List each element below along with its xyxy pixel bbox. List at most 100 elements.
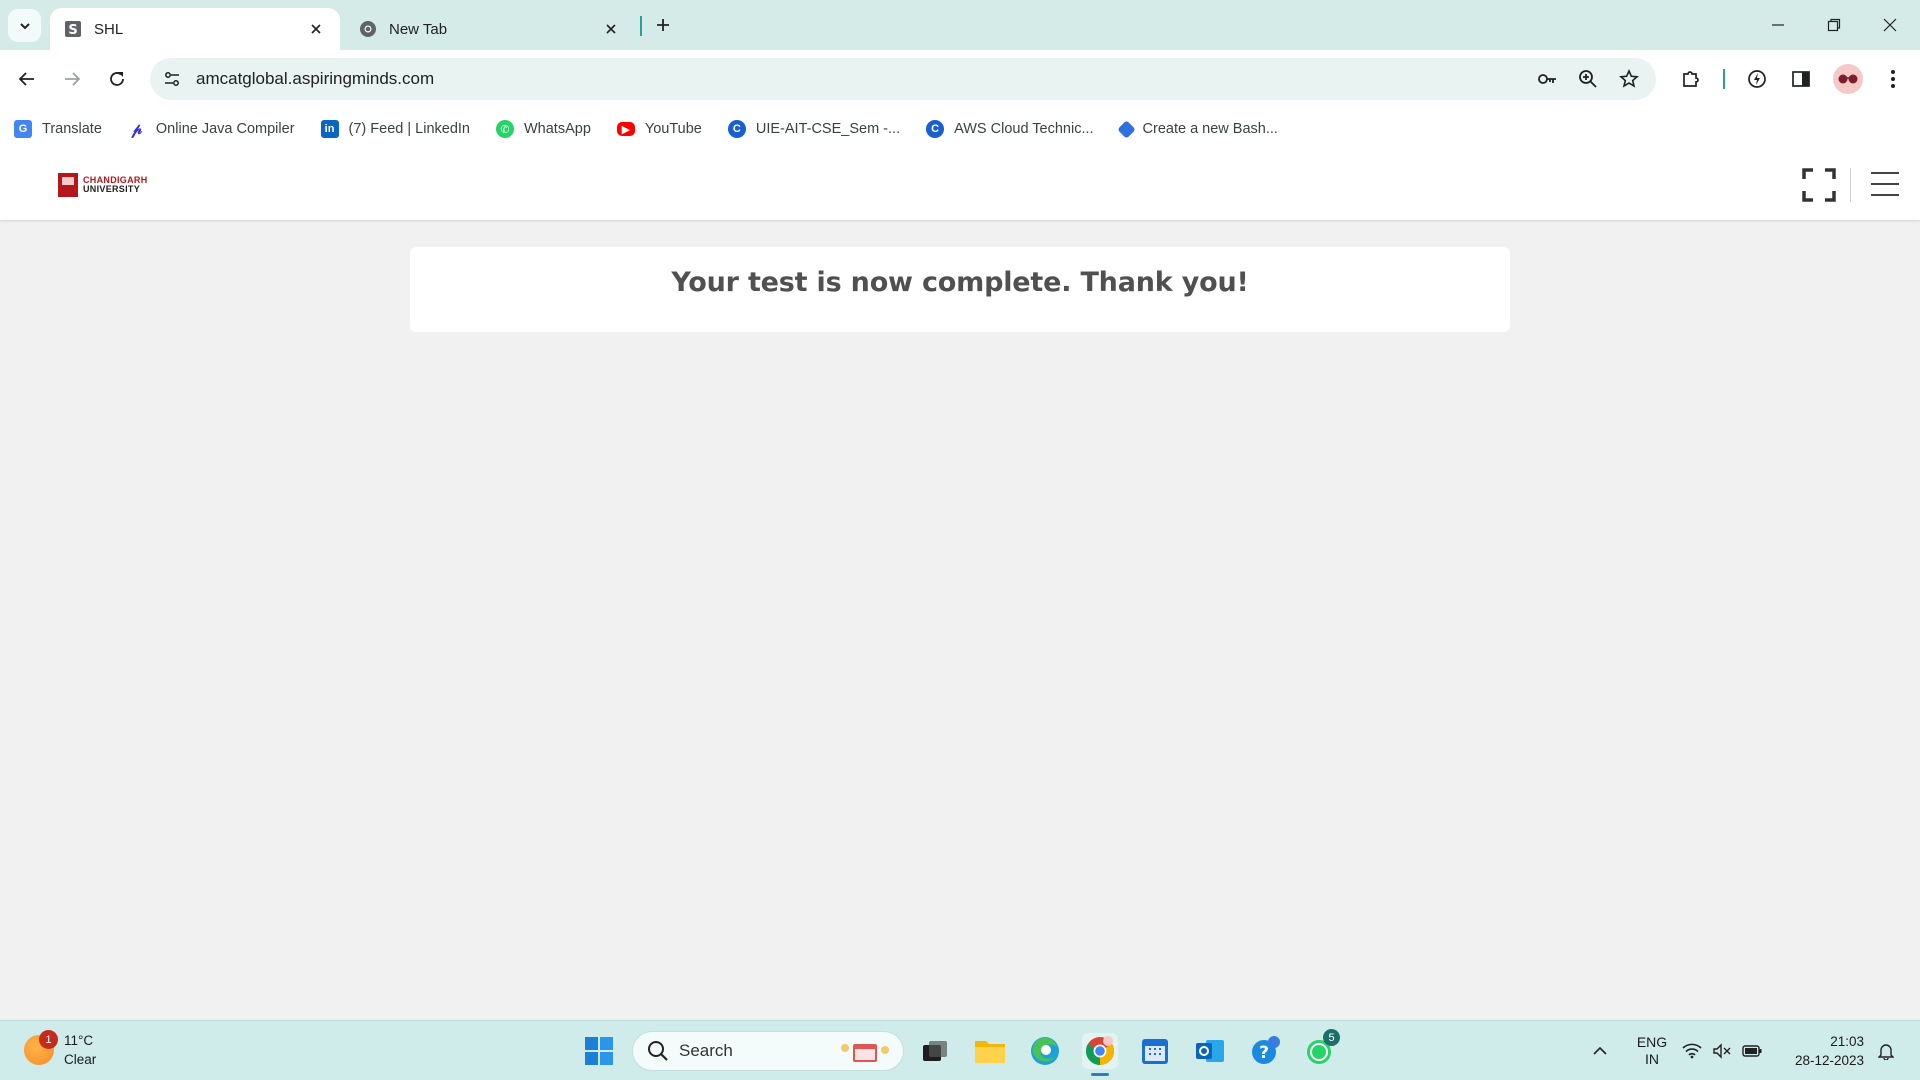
browser-menu-button[interactable] — [1876, 62, 1910, 96]
language-indicator[interactable]: ENG IN — [1630, 1021, 1674, 1080]
forward-button[interactable] — [55, 62, 89, 96]
bell-icon — [1878, 1044, 1894, 1060]
programiz-icon: 𝓅 — [131, 120, 143, 138]
bookmark-whatsapp[interactable]: ✆ WhatsApp — [495, 120, 591, 138]
calendar-app-button[interactable] — [1137, 1033, 1173, 1069]
chrome-icon — [1086, 1036, 1114, 1065]
clock-time: 21:03 — [1830, 1034, 1864, 1049]
key-icon[interactable] — [1535, 67, 1559, 91]
file-explorer-button[interactable] — [972, 1033, 1008, 1069]
new-tab-button[interactable] — [650, 12, 676, 38]
clock-date: 28-12-2023 — [1794, 1053, 1864, 1068]
sunglasses-avatar-icon — [1838, 74, 1858, 84]
chrome-button[interactable] — [1082, 1033, 1118, 1069]
bookmark-label: WhatsApp — [523, 121, 591, 137]
reload-button[interactable] — [100, 62, 134, 96]
bookmark-label: UIE-AIT-CSE_Sem -... — [755, 121, 901, 137]
linkedin-icon: in — [320, 120, 339, 138]
bookmark-linkedin[interactable]: in (7) Feed | LinkedIn — [320, 120, 470, 138]
university-seal-icon — [58, 173, 78, 197]
taskbar-search[interactable]: Search — [632, 1031, 904, 1071]
show-hidden-icons-button[interactable] — [1588, 1021, 1612, 1080]
whatsapp-badge: 5 — [1323, 1029, 1340, 1046]
bookmark-youtube[interactable]: ▶ YouTube — [616, 121, 702, 137]
performance-button[interactable] — [1740, 62, 1774, 96]
whatsapp-app-button[interactable]: 5 — [1302, 1029, 1340, 1069]
system-status-button[interactable] — [1682, 1021, 1762, 1080]
weather-condition: Clear — [64, 1052, 97, 1067]
bookmark-create-bash[interactable]: Create a new Bash... — [1116, 119, 1278, 139]
whatsapp-icon: ✆ — [495, 120, 514, 138]
task-view-button[interactable] — [917, 1033, 953, 1069]
speedometer-icon — [1748, 70, 1766, 88]
completion-message: Your test is now complete. Thank you! — [671, 267, 1249, 298]
zoom-icon[interactable] — [1576, 67, 1600, 91]
windows-logo-icon — [585, 1037, 613, 1065]
extensions-button[interactable] — [1674, 62, 1708, 96]
back-button[interactable] — [10, 62, 44, 96]
bookmark-label: YouTube — [644, 121, 702, 137]
star-icon[interactable] — [1617, 67, 1641, 91]
minimize-icon — [1772, 24, 1784, 26]
side-panel-icon — [1792, 71, 1810, 87]
side-panel-button[interactable] — [1784, 62, 1818, 96]
task-view-icon — [923, 1041, 947, 1061]
svg-text:S: S — [68, 23, 77, 38]
weather-widget[interactable]: 1 11°C Clear — [24, 1030, 97, 1069]
browser-tab-strip: S SHL New Tab — [0, 0, 1920, 50]
get-help-button[interactable]: ? — [1247, 1033, 1283, 1069]
close-window-button[interactable] — [1862, 0, 1918, 50]
hamburger-line — [1871, 194, 1899, 196]
classroom-c-icon: C — [926, 120, 945, 138]
tab-new-tab[interactable]: New Tab — [345, 8, 635, 50]
tab-search-button[interactable] — [8, 9, 41, 42]
calendar-icon — [1142, 1039, 1168, 1064]
plus-icon — [657, 19, 669, 31]
bookmark-aws-cloud[interactable]: C AWS Cloud Technic... — [926, 120, 1094, 138]
close-tab-icon[interactable] — [599, 17, 623, 41]
battery-icon — [1742, 1045, 1762, 1057]
arrow-right-icon — [65, 72, 81, 86]
hamburger-menu-button[interactable] — [1871, 172, 1899, 196]
hamburger-line — [1871, 183, 1899, 185]
minimize-button[interactable] — [1750, 0, 1806, 50]
weather-temperature: 11°C — [64, 1033, 94, 1048]
browser-toolbar: amcatglobal.aspiringminds.com — [0, 50, 1920, 108]
bookmark-label: Create a new Bash... — [1142, 121, 1278, 137]
tab-shl[interactable]: S SHL — [50, 8, 340, 50]
bookmark-label: Online Java Compiler — [155, 121, 295, 137]
site-info-icon[interactable] — [160, 67, 184, 91]
volume-muted-icon — [1713, 1043, 1731, 1059]
more-vertical-icon — [1891, 70, 1895, 88]
close-icon — [1883, 18, 1897, 32]
fullscreen-button[interactable] — [1802, 168, 1836, 202]
bookmark-online-java-compiler[interactable]: 𝓅 Online Java Compiler — [128, 120, 295, 138]
svg-text:?: ? — [1259, 1043, 1269, 1063]
chevron-up-icon — [1593, 1046, 1607, 1055]
bookmark-uie-ait-cse[interactable]: C UIE-AIT-CSE_Sem -... — [727, 120, 901, 138]
bookmark-translate[interactable]: G Translate — [14, 120, 102, 138]
wifi-icon — [1682, 1043, 1702, 1059]
clock[interactable]: 21:03 28-12-2023 — [1778, 1021, 1864, 1080]
edge-button[interactable] — [1027, 1033, 1063, 1069]
active-app-indicator — [1091, 1073, 1109, 1076]
hamburger-line — [1871, 172, 1899, 174]
logo-line-2: UNIVERSITY — [83, 184, 141, 194]
edge-icon — [1031, 1037, 1059, 1065]
chrome-icon — [359, 20, 377, 38]
start-button[interactable] — [581, 1033, 617, 1069]
outlook-icon — [1196, 1040, 1224, 1062]
outlook-button[interactable] — [1192, 1033, 1228, 1069]
header-divider — [1850, 168, 1851, 202]
page-header: CHANDIGARH UNIVERSITY — [0, 150, 1920, 221]
url-text[interactable]: amcatglobal.aspiringminds.com — [196, 69, 434, 89]
close-tab-icon[interactable] — [304, 17, 328, 41]
bookmark-label: Translate — [42, 121, 102, 137]
chandigarh-university-logo: CHANDIGARH UNIVERSITY — [58, 172, 148, 198]
completion-card: Your test is now complete. Thank you! — [410, 247, 1510, 332]
tab-divider — [640, 16, 642, 36]
address-bar[interactable]: amcatglobal.aspiringminds.com — [150, 58, 1656, 100]
restore-button[interactable] — [1806, 0, 1862, 50]
notifications-button[interactable] — [1872, 1021, 1900, 1080]
profile-avatar[interactable] — [1833, 64, 1863, 94]
